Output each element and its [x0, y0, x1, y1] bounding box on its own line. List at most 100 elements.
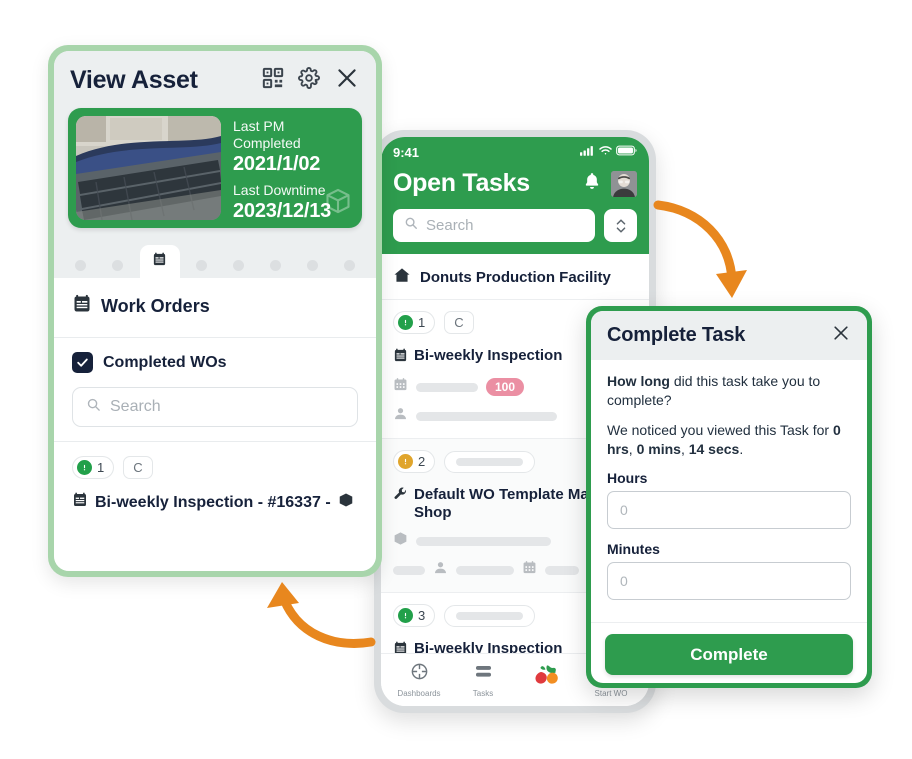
close-icon[interactable]	[334, 65, 360, 96]
person-icon	[433, 560, 448, 580]
priority-value: 1	[418, 315, 426, 330]
modal-footer: Complete	[591, 622, 867, 683]
search-input[interactable]: Search	[393, 209, 595, 242]
tab-label: Tasks	[472, 689, 494, 698]
completed-wos-checkbox[interactable]	[72, 352, 93, 373]
asset-tab-7[interactable]	[335, 252, 365, 278]
cube-icon	[324, 187, 352, 220]
tag-chip[interactable]	[444, 450, 536, 473]
asset-tab-0[interactable]	[66, 252, 96, 278]
clipboard-icon	[393, 640, 408, 653]
notice-prefix: We noticed you viewed this Task for	[607, 422, 833, 438]
code-chip[interactable]: C	[123, 456, 153, 479]
placeholder-bar	[416, 382, 478, 392]
tag-chip[interactable]	[444, 604, 536, 627]
complete-task-modal: Complete Task How long did this task tak…	[586, 306, 872, 688]
search-icon	[404, 216, 418, 235]
clipboard-icon	[72, 492, 88, 513]
cube-icon	[338, 492, 354, 513]
page-title: View Asset	[70, 66, 198, 94]
view-asset-header: View Asset	[54, 51, 376, 106]
tab-label: Dashboards	[397, 689, 441, 698]
modal-body: How long did this task take you to compl…	[591, 360, 867, 622]
cellular-signal-icon	[580, 143, 595, 161]
asset-tab-3[interactable]	[187, 252, 217, 278]
tab-dot	[112, 259, 123, 271]
hours-placeholder: 0	[620, 502, 628, 518]
notice-end: .	[739, 441, 744, 457]
priority-value: 2	[418, 454, 426, 469]
work-order-title: Bi-weekly Inspection - #16337 -	[95, 493, 331, 511]
modal-title: Complete Task	[607, 324, 746, 346]
clipboard-icon	[72, 294, 92, 319]
asset-summary-card[interactable]: Last PM Completed 2021/1/02 Last Downtim…	[68, 108, 362, 228]
work-orders-header: Work Orders	[54, 278, 376, 338]
bell-icon[interactable]	[582, 171, 602, 196]
calendar-icon	[522, 560, 537, 580]
work-order-list-item[interactable]: 1 C Bi-weekly Inspection - #16337 -	[54, 442, 376, 531]
modal-inner: Complete Task How long did this task tak…	[591, 311, 867, 683]
priority-chip[interactable]: 1	[393, 311, 436, 334]
status-bar: 9:41	[393, 137, 637, 167]
placeholder-bar	[545, 565, 579, 575]
placeholder-bar	[456, 565, 514, 575]
last-pm-label: Last PM Completed	[233, 118, 301, 151]
asset-tab-6[interactable]	[298, 252, 328, 278]
search-placeholder: Search	[426, 217, 474, 234]
completed-wos-label: Completed WOs	[103, 353, 227, 371]
phone-page-title: Open Tasks	[393, 169, 530, 197]
close-icon[interactable]	[831, 323, 851, 348]
work-orders-search-input[interactable]: Search	[72, 387, 358, 427]
tab-dashboards[interactable]: Dashboards	[390, 662, 448, 698]
home-icon	[393, 266, 411, 288]
priority-chip[interactable]: 2	[393, 450, 436, 473]
work-orders-search-placeholder: Search	[110, 398, 161, 415]
sort-updown-icon[interactable]	[604, 209, 637, 242]
complete-button[interactable]: Complete	[605, 634, 853, 675]
phone-title-row: Open Tasks	[393, 169, 637, 198]
priority-chip[interactable]: 1	[72, 456, 115, 479]
facility-row[interactable]: Donuts Production Facility	[381, 254, 649, 300]
priority-dot-icon	[77, 460, 92, 475]
asset-tab-work-orders[interactable]	[139, 245, 180, 278]
tab-tasks[interactable]: Tasks	[454, 662, 512, 698]
hours-field[interactable]: 0	[607, 491, 851, 529]
priority-chip[interactable]: 3	[393, 604, 436, 627]
tab-app-logo[interactable]	[518, 664, 576, 696]
screenshot-stage: View Asset Last PM Completed 2021/1/02 L…	[0, 0, 912, 759]
completed-wos-row[interactable]: Completed WOs	[72, 352, 358, 373]
code-chip[interactable]: C	[444, 311, 474, 334]
qr-code-icon[interactable]	[262, 67, 284, 94]
search-icon	[86, 397, 101, 417]
modal-header: Complete Task	[591, 311, 867, 360]
work-order-chips: 1 C	[72, 456, 358, 479]
curved-arrow-up-icon	[252, 572, 378, 665]
status-time: 9:41	[393, 144, 420, 160]
notice-sep2: ,	[680, 441, 689, 457]
asset-tab-5[interactable]	[261, 252, 291, 278]
asset-tab-4[interactable]	[224, 252, 254, 278]
priority-value: 3	[418, 608, 426, 623]
clipboard-icon	[393, 347, 408, 368]
priority-dot-icon	[398, 315, 413, 330]
placeholder-bar	[456, 457, 524, 466]
asset-tab-1[interactable]	[103, 252, 133, 278]
priority-dot-icon	[398, 608, 413, 623]
status-icons	[580, 143, 637, 161]
minutes-field[interactable]: 0	[607, 562, 851, 600]
person-icon	[393, 406, 408, 426]
view-asset-panel: View Asset Last PM Completed 2021/1/02 L…	[48, 45, 382, 577]
app-logo-icon	[534, 664, 560, 693]
asset-tab-strip	[54, 244, 376, 278]
priority-dot-icon	[398, 454, 413, 469]
clipboard-icon	[152, 252, 167, 272]
tab-dot	[307, 259, 318, 271]
notice-seconds: 14 secs	[688, 441, 740, 457]
placeholder-bar	[456, 611, 524, 620]
work-orders-section: Work Orders Completed WOs Search 1 C Bi-…	[54, 278, 376, 571]
curved-arrow-down-icon	[652, 192, 762, 315]
gear-icon[interactable]	[298, 67, 320, 94]
notice-minutes: 0 mins	[636, 441, 681, 457]
tab-label: Start WO	[594, 689, 628, 698]
avatar[interactable]	[611, 170, 637, 197]
